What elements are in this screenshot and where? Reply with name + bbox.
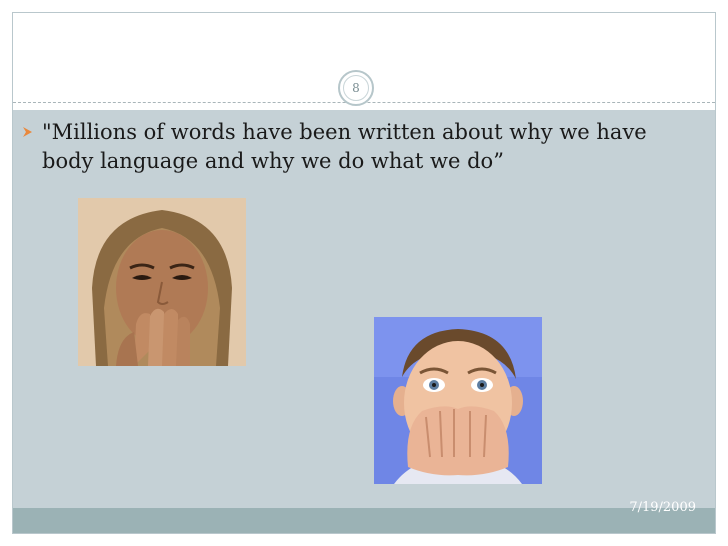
bullet-icon	[23, 127, 32, 137]
photo-woman-covering-mouth	[78, 198, 246, 366]
footer-date: 7/19/2009	[629, 500, 696, 515]
slide-number: 8	[343, 75, 369, 101]
slide-number-badge: 8	[338, 70, 374, 106]
photo-boy-covering-mouth	[374, 317, 542, 484]
bullet-text: "Millions of words have been written abo…	[42, 120, 647, 173]
footer-bar	[13, 508, 715, 533]
bullet-item: "Millions of words have been written abo…	[22, 118, 682, 176]
